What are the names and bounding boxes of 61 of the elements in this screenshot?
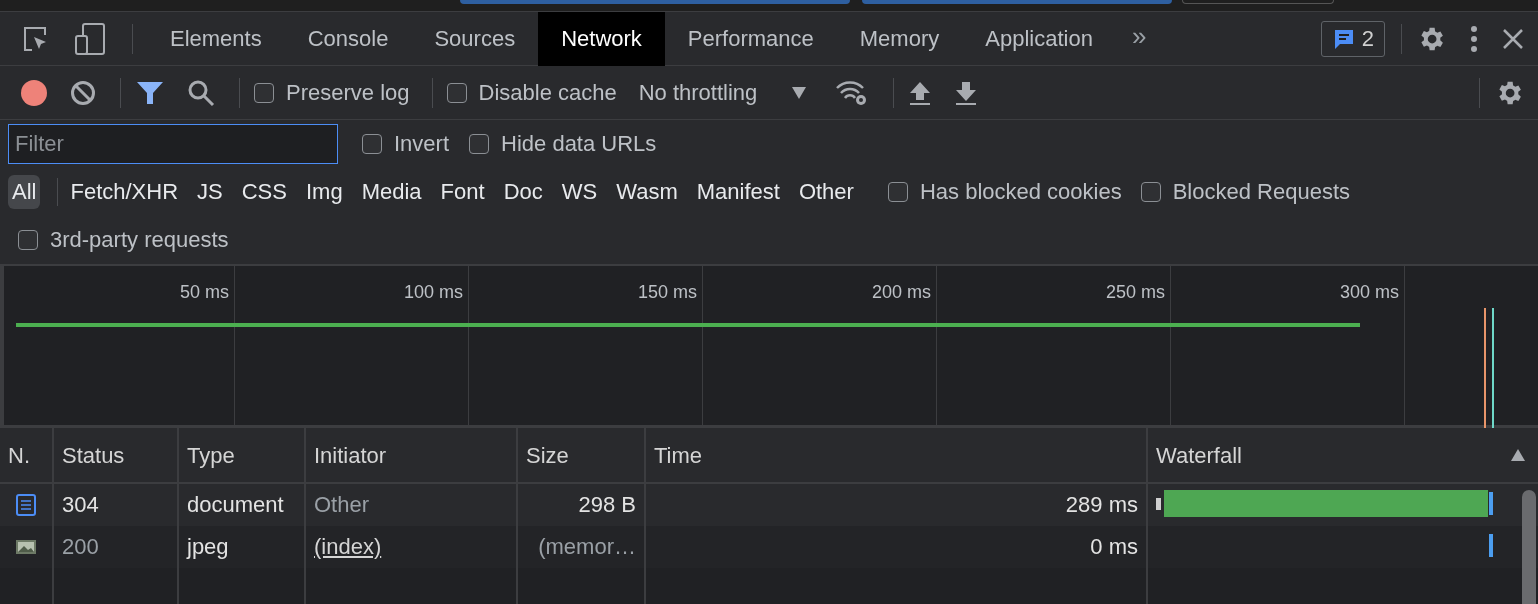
column-header[interactable]: Size (518, 428, 646, 482)
sort-ascending-icon[interactable] (1510, 448, 1526, 462)
column-header[interactable]: Status (54, 428, 179, 482)
queueing-bar (1156, 498, 1161, 510)
issues-button[interactable]: 2 (1320, 20, 1385, 57)
scrollbar-thumb[interactable] (1522, 490, 1536, 604)
type-filter-button[interactable]: Manifest (692, 175, 784, 209)
checkbox-option[interactable]: Disable cache (446, 79, 617, 106)
download-icon[interactable] (954, 79, 979, 106)
tick-label: 250 ms (1105, 282, 1165, 302)
image-thumbnail-icon (16, 540, 36, 554)
type-filter-button[interactable]: CSS (237, 175, 291, 209)
search-icon[interactable] (187, 78, 215, 107)
close-icon[interactable] (1502, 27, 1524, 50)
clear-icon[interactable] (70, 79, 96, 106)
tick-label: 50 ms (179, 282, 229, 302)
tick-label: 300 ms (1339, 282, 1399, 302)
panel-tab[interactable]: Performance (664, 11, 837, 66)
panel-tab[interactable]: Elements (147, 11, 285, 66)
download-tick (1489, 534, 1493, 557)
filter-field[interactable]: Filter (8, 124, 338, 164)
initiator-link[interactable]: (index) (314, 534, 382, 560)
checkbox-option[interactable]: Hide data URLs (469, 131, 657, 157)
record-icon[interactable] (20, 78, 48, 107)
type-filter-button[interactable]: Font (436, 175, 489, 209)
type-filter-button[interactable]: Img (302, 175, 347, 209)
panel-tab[interactable]: Console (284, 11, 412, 66)
throttling-dropdown[interactable]: No throttling (638, 79, 808, 106)
panel-tab[interactable]: Memory (836, 11, 963, 66)
type-filter-button[interactable]: Other (794, 175, 858, 209)
device-toolbar-icon[interactable] (74, 21, 106, 56)
checkbox-option[interactable]: Invert (362, 131, 450, 157)
checkbox-option[interactable]: Blocked Requests (1140, 179, 1350, 205)
tick-label: 100 ms (403, 282, 463, 302)
column-header[interactable]: Type (179, 428, 306, 482)
type-filter-button[interactable]: Fetch/XHR (66, 175, 183, 209)
type-filter-button[interactable]: WS (557, 175, 602, 209)
document-icon (16, 494, 36, 516)
type-filter-button[interactable]: All (8, 175, 41, 209)
type-filter-button[interactable]: Doc (499, 175, 547, 209)
panel-tab[interactable]: Application (962, 11, 1116, 66)
more-options-icon[interactable] (1470, 24, 1478, 53)
type-filter-button[interactable]: JS (193, 175, 227, 209)
type-filter-button[interactable]: Wasm (612, 175, 682, 209)
checkbox-option[interactable]: 3rd-party requests (18, 227, 229, 253)
initiator-cell: Other (314, 492, 370, 518)
column-header[interactable]: N. (0, 428, 54, 482)
column-header[interactable]: Initiator (306, 428, 518, 482)
panel-tab[interactable]: Sources (411, 11, 539, 66)
column-header[interactable]: Time (646, 428, 1148, 482)
tick-label: 200 ms (871, 282, 931, 302)
checkbox-option[interactable]: Preserve log (254, 79, 410, 106)
type-filter-button[interactable]: Media (357, 175, 426, 209)
filter-icon[interactable] (135, 79, 165, 106)
tick-label: 150 ms (637, 282, 697, 302)
caret-icon (791, 85, 808, 100)
more-tabs-button[interactable]: » (1115, 21, 1163, 56)
checkbox-option[interactable]: Has blocked cookies (887, 179, 1122, 205)
panel-tab[interactable]: Network (538, 11, 665, 66)
download-tick (1489, 492, 1493, 515)
column-header[interactable]: Waterfall (1148, 428, 1538, 482)
